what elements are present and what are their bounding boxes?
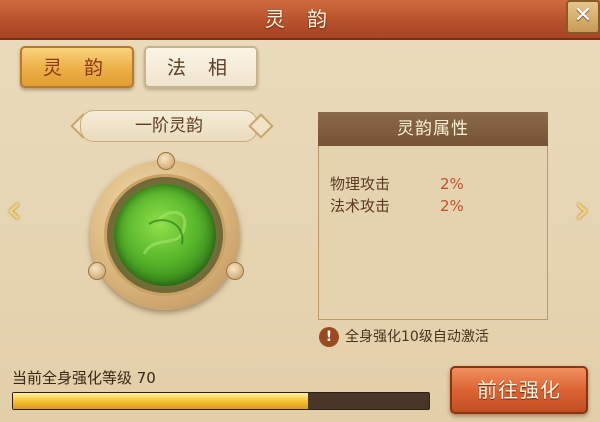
attributes-header: 灵韵属性 [318, 112, 548, 146]
attribute-row: 物理攻击 2% [330, 173, 530, 195]
emblem-left-knob-icon [88, 262, 106, 280]
progress-bar [12, 392, 430, 410]
tab-lingyun[interactable]: 灵 韵 [20, 46, 134, 88]
progress-fill [13, 393, 309, 409]
current-level-text: 当前全身强化等级 70 [12, 369, 156, 387]
attribute-name: 物理攻击 [330, 175, 391, 193]
attribute-value: 2% [440, 175, 464, 193]
dragon-pattern-icon [142, 210, 187, 255]
window-title: 灵 韵 [264, 7, 336, 31]
attribute-value: 2% [440, 197, 464, 215]
emblem-right-knob-icon [226, 262, 244, 280]
attribute-name: 法术攻击 [330, 197, 391, 215]
activation-note: 全身强化10级自动激活 [345, 329, 489, 345]
warning-icon: ! [319, 327, 339, 347]
close-button[interactable]: ✕ [566, 0, 600, 34]
level-banner: 一阶灵韵 [80, 110, 258, 142]
emblem-top-knob-icon [157, 152, 175, 170]
prev-arrow-icon[interactable]: ‹ [4, 188, 24, 232]
go-enhance-button[interactable]: 前往强化 [450, 366, 588, 414]
attribute-row: 法术攻击 2% [330, 195, 530, 217]
tab-faxiang[interactable]: 法 相 [144, 46, 258, 88]
next-arrow-icon[interactable]: › [572, 188, 592, 232]
